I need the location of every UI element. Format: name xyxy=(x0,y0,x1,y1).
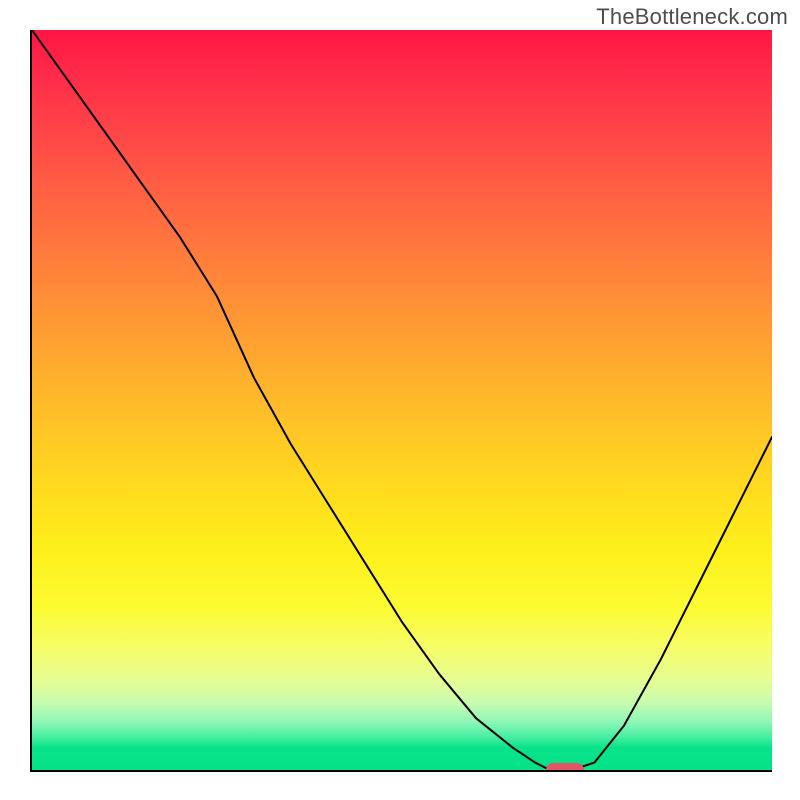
plot-area xyxy=(30,30,772,772)
curve-path xyxy=(32,30,772,770)
attribution-label: TheBottleneck.com xyxy=(596,4,788,30)
curve-svg xyxy=(32,30,772,770)
bottleneck-chart: TheBottleneck.com xyxy=(0,0,800,800)
optimum-marker xyxy=(546,763,584,772)
